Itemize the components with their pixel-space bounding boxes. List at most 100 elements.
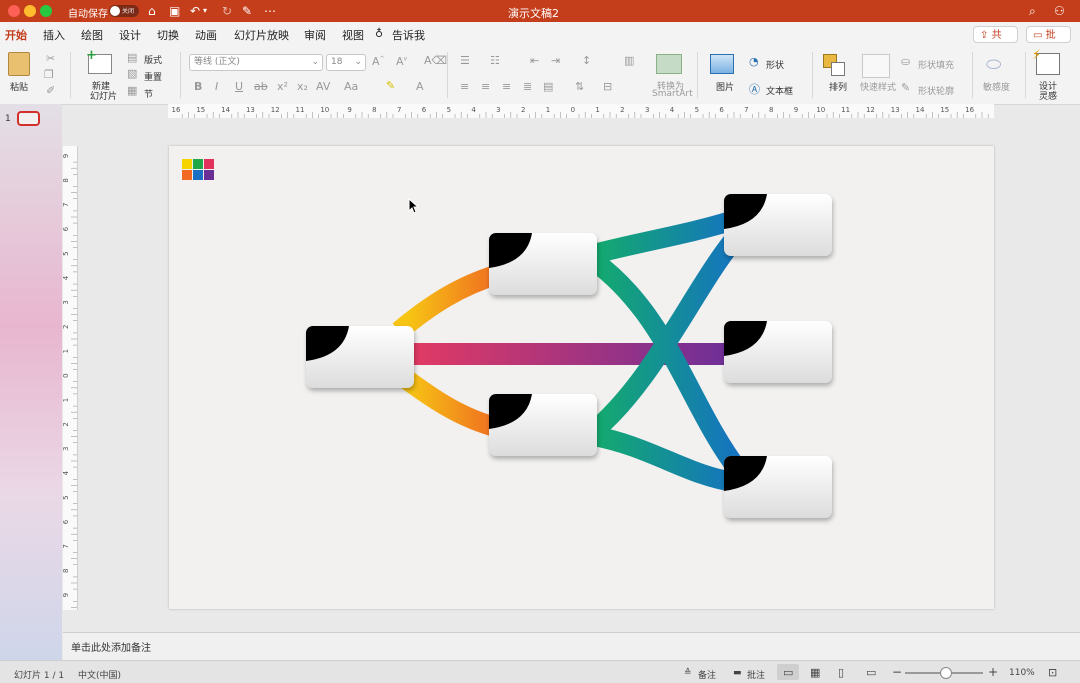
undo-icon[interactable]: ↶: [190, 4, 200, 18]
fit-to-window-icon[interactable]: ⊡: [1048, 666, 1057, 679]
align-text-icon[interactable]: ⊟: [603, 80, 612, 93]
align-center-icon[interactable]: ≡: [481, 80, 490, 93]
picture-icon[interactable]: [710, 54, 734, 74]
autosave-toggle[interactable]: 关闭: [109, 5, 139, 17]
change-case-icon[interactable]: Aa: [344, 80, 358, 93]
slide-thumbnail-pane: 1: [0, 104, 62, 660]
align-left-icon[interactable]: ≡: [460, 80, 469, 93]
node-box-right-top[interactable]: [724, 194, 832, 256]
reset-button[interactable]: 重置: [144, 70, 162, 83]
grow-font-icon[interactable]: A^: [372, 55, 385, 68]
tell-me[interactable]: 告诉我: [392, 27, 425, 43]
shape-outline-button[interactable]: 形状轮廓: [918, 84, 954, 97]
font-size-select[interactable]: 18 ⌄: [326, 54, 366, 71]
smartart-icon[interactable]: [656, 54, 682, 74]
tab-design[interactable]: 设计: [119, 27, 141, 43]
character-spacing-icon[interactable]: AV: [316, 80, 330, 93]
tab-review[interactable]: 审阅: [304, 27, 326, 43]
distributed-icon[interactable]: ▤: [543, 80, 553, 93]
slideshow-view-icon[interactable]: ▭: [866, 666, 876, 679]
format-painter-icon[interactable]: ✐: [46, 84, 55, 97]
slide-thumbnail[interactable]: [17, 111, 40, 126]
increase-indent-icon[interactable]: ⇥: [551, 54, 560, 67]
slide-sorter-icon[interactable]: ▦: [810, 666, 820, 679]
slide[interactable]: [169, 146, 994, 609]
zoom-window-button[interactable]: [40, 5, 52, 17]
shrink-font-icon[interactable]: Av: [396, 55, 407, 68]
zoom-slider-handle[interactable]: [940, 667, 952, 679]
node-box-mid-bottom[interactable]: [489, 394, 597, 456]
shape-fill-button[interactable]: 形状填充: [918, 58, 954, 71]
minimize-window-button[interactable]: [24, 5, 36, 17]
font-color-icon[interactable]: A: [416, 80, 424, 93]
ruler-label: 7: [63, 203, 70, 207]
shapes-button[interactable]: 形状: [766, 58, 784, 71]
numbering-icon[interactable]: ☷: [490, 54, 500, 67]
home-icon[interactable]: ⌂: [148, 4, 156, 18]
strikethrough-icon[interactable]: ab: [254, 80, 268, 93]
reading-view-icon[interactable]: ▯: [838, 666, 844, 679]
zoom-level[interactable]: 110%: [1009, 668, 1035, 678]
zoom-out-icon[interactable]: −: [892, 665, 902, 679]
edit-icon[interactable]: ✎: [242, 4, 252, 18]
search-icon[interactable]: ⌕: [1029, 4, 1036, 18]
designer-label-2[interactable]: 灵感: [1039, 89, 1057, 102]
redo-icon[interactable]: ↻: [222, 4, 232, 18]
paste-label[interactable]: 粘贴: [10, 80, 28, 93]
tab-animations[interactable]: 动画: [195, 27, 217, 43]
tab-transitions[interactable]: 切换: [157, 27, 179, 43]
underline-icon[interactable]: U: [235, 80, 243, 93]
picture-label[interactable]: 图片: [716, 80, 734, 93]
more-icon[interactable]: ⋯: [264, 4, 276, 18]
tab-view[interactable]: 视图: [342, 27, 364, 43]
tab-home[interactable]: 开始: [5, 27, 27, 48]
share-button[interactable]: ⇪ 共享: [973, 26, 1018, 58]
subscript-icon[interactable]: x₂: [297, 80, 308, 93]
close-window-button[interactable]: [8, 5, 20, 17]
copy-icon[interactable]: ❐: [44, 68, 54, 81]
comments-button[interactable]: ▭ 批注: [1026, 26, 1071, 58]
tab-slideshow[interactable]: 幻灯片放映: [234, 27, 289, 43]
node-box-mid-top[interactable]: [489, 233, 597, 295]
quick-styles-icon[interactable]: [862, 54, 890, 78]
clear-format-icon[interactable]: A⌫: [424, 54, 447, 67]
lightbulb-icon[interactable]: ♁: [375, 27, 383, 40]
layout-button[interactable]: 版式: [144, 53, 162, 66]
chevron-down-icon[interactable]: ▾: [203, 4, 207, 18]
comments-toggle-button[interactable]: 批注: [747, 668, 765, 681]
new-slide-label-2[interactable]: 幻灯片: [90, 89, 117, 102]
highlight-icon[interactable]: ✎: [386, 79, 395, 92]
paste-icon[interactable]: [8, 52, 30, 76]
smartart-label-2[interactable]: SmartArt: [652, 89, 693, 99]
notes-pane[interactable]: 单击此处添加备注: [63, 632, 1080, 661]
decrease-indent-icon[interactable]: ⇤: [530, 54, 539, 67]
sensitivity-icon[interactable]: ⬭: [986, 54, 1001, 75]
node-box-right-mid[interactable]: [724, 321, 832, 383]
cut-icon[interactable]: ✂: [46, 52, 55, 65]
quick-styles-label[interactable]: 快速样式: [860, 80, 896, 93]
account-icon[interactable]: ⚇: [1054, 4, 1065, 18]
bullets-icon[interactable]: ☰: [460, 54, 470, 67]
align-right-icon[interactable]: ≡: [502, 80, 511, 93]
bold-icon[interactable]: B: [194, 80, 202, 93]
save-icon[interactable]: ▣: [169, 4, 180, 18]
arrange-label[interactable]: 排列: [829, 80, 847, 93]
notes-toggle-button[interactable]: 备注: [698, 668, 716, 681]
notes-placeholder[interactable]: 单击此处添加备注: [71, 639, 151, 654]
tab-insert[interactable]: 插入: [43, 27, 65, 43]
font-name-select[interactable]: 等线 (正文) ⌄: [189, 54, 323, 71]
section-button[interactable]: 节: [144, 87, 153, 100]
tab-draw[interactable]: 绘图: [81, 27, 103, 43]
text-direction-icon[interactable]: ⇅: [575, 80, 584, 93]
superscript-icon[interactable]: x²: [277, 80, 288, 93]
zoom-in-icon[interactable]: +: [988, 665, 998, 679]
sensitivity-label[interactable]: 敏感度: [983, 80, 1010, 93]
justify-icon[interactable]: ≣: [523, 80, 532, 93]
columns-icon[interactable]: ▥: [624, 54, 634, 67]
node-box-right-bottom[interactable]: [724, 456, 832, 518]
italic-icon[interactable]: I: [215, 80, 218, 93]
node-box-left[interactable]: [306, 326, 414, 388]
line-spacing-icon[interactable]: ↕: [582, 54, 591, 67]
textbox-button[interactable]: 文本框: [766, 84, 793, 97]
language-indicator[interactable]: 中文(中国): [78, 668, 121, 681]
